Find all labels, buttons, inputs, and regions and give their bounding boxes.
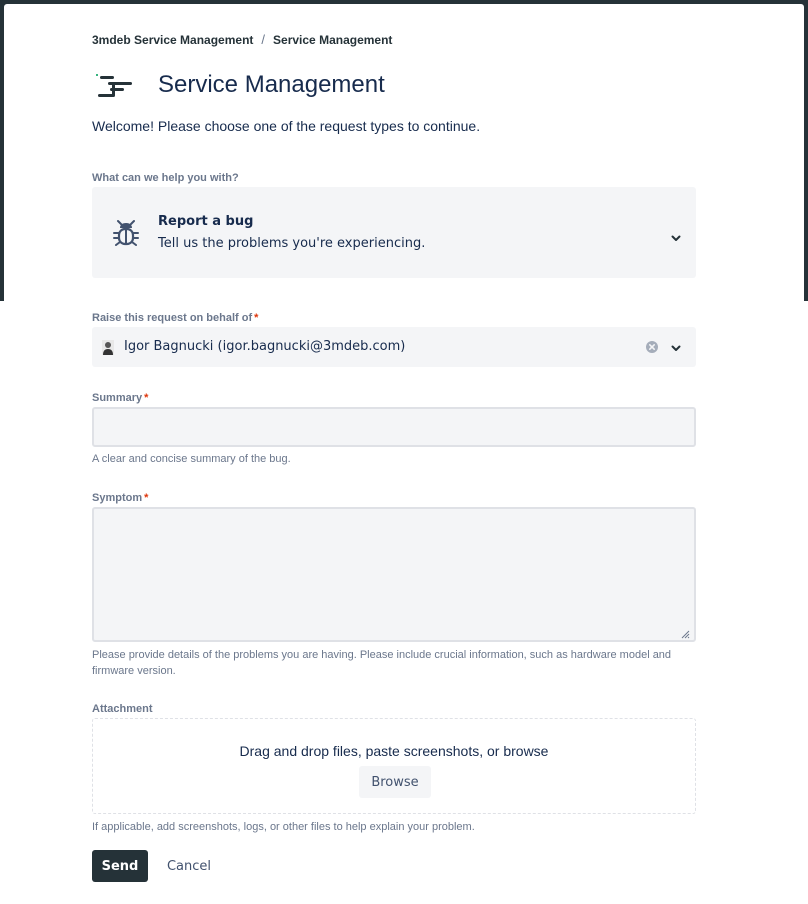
service-desk-logo-icon	[92, 69, 132, 101]
chevron-down-icon[interactable]	[670, 341, 682, 353]
summary-input[interactable]	[92, 407, 696, 447]
breadcrumb-separator: /	[261, 32, 266, 47]
symptom-helper-text: Please provide details of the problems y…	[92, 649, 672, 677]
required-asterisk: *	[254, 312, 259, 324]
behalf-label-text: Raise this request on behalf of	[92, 312, 253, 324]
resize-handle-icon[interactable]	[680, 626, 690, 639]
request-type-description: Tell us the problems you're experiencing…	[158, 236, 426, 251]
avatar	[102, 340, 114, 355]
required-asterisk: *	[144, 392, 149, 404]
chevron-down-icon[interactable]	[670, 231, 682, 243]
breadcrumb-service-management[interactable]: Service Management	[273, 33, 392, 47]
page-title: Service Management	[158, 71, 385, 98]
symptom-textarea[interactable]	[92, 507, 696, 642]
attachment-helper-text: If applicable, add screenshots, logs, or…	[92, 821, 475, 833]
behalf-user-value: Igor Bagnucki (igor.bagnucki@3mdeb.com)	[124, 339, 406, 354]
request-type-name: Report a bug	[158, 214, 254, 229]
attachment-dropzone[interactable]: Drag and drop files, paste screenshots, …	[92, 718, 696, 814]
breadcrumb: 3mdeb Service Management / Service Managem…	[92, 32, 392, 47]
symptom-label: Symptom *	[92, 492, 148, 504]
portal-card: 3mdeb Service Management / Service Managem…	[4, 4, 804, 904]
breadcrumb-portal-home[interactable]: 3mdeb Service Management	[92, 33, 253, 47]
browse-button[interactable]: Browse	[359, 766, 431, 798]
behalf-user-select[interactable]: Igor Bagnucki (igor.bagnucki@3mdeb.com)	[92, 327, 696, 367]
welcome-message: Welcome! Please choose one of the reques…	[92, 118, 481, 134]
bug-icon	[112, 218, 140, 248]
attachment-label: Attachment	[92, 703, 153, 715]
request-type-label: What can we help you with?	[92, 172, 239, 184]
required-asterisk: *	[144, 492, 149, 504]
summary-label-text: Summary	[92, 392, 143, 404]
summary-label: Summary *	[92, 392, 148, 404]
cancel-button[interactable]: Cancel	[156, 850, 222, 882]
dropzone-text: Drag and drop files, paste screenshots, …	[239, 743, 549, 759]
behalf-label: Raise this request on behalf of *	[92, 312, 258, 324]
request-type-select[interactable]: Report a bug Tell us the problems you're…	[92, 187, 696, 278]
portal-header: Service Management	[92, 66, 385, 104]
symptom-label-text: Symptom	[92, 492, 143, 504]
summary-helper-text: A clear and concise summary of the bug.	[92, 453, 291, 465]
send-button[interactable]: Send	[92, 850, 148, 882]
clear-icon[interactable]	[645, 340, 659, 354]
